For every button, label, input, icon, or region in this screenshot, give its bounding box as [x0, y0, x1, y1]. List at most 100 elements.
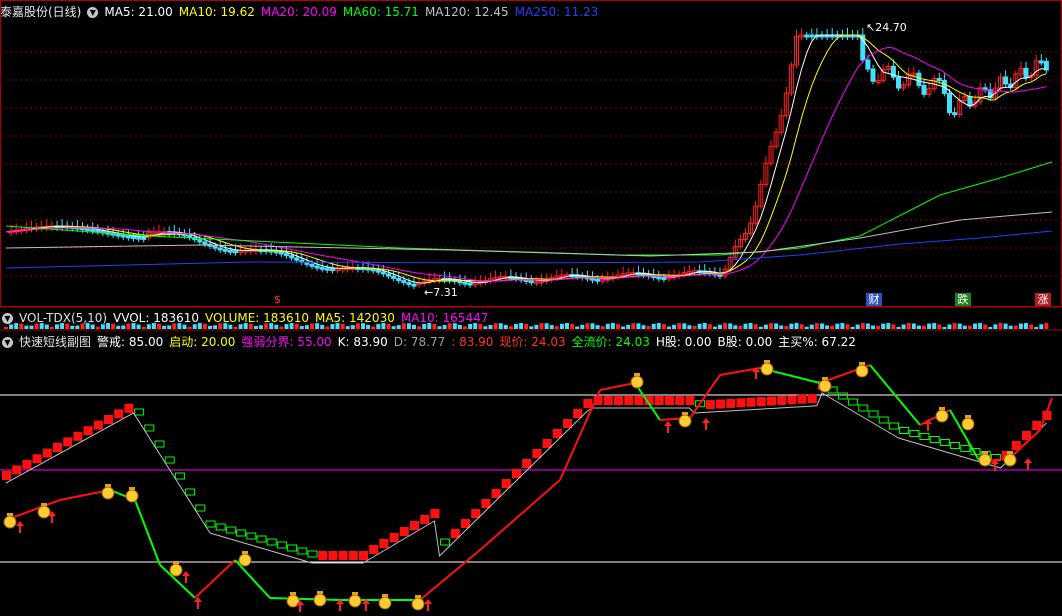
volume-bar — [508, 326, 513, 329]
volume-bar — [707, 324, 712, 329]
candle-body — [284, 253, 289, 257]
indicator-block — [450, 529, 460, 538]
signal-marker-dollar: $ — [274, 293, 281, 306]
indicator-block — [461, 519, 470, 528]
money-bag-icon — [939, 407, 945, 410]
volume-bar — [111, 323, 116, 329]
indicator-block — [104, 415, 113, 424]
volume-bar — [871, 325, 875, 329]
volume-bar — [325, 326, 330, 329]
volume-bar — [922, 325, 926, 329]
volume-bar — [794, 323, 799, 329]
candle-body — [865, 59, 871, 70]
up-arrow-icon — [194, 597, 202, 609]
volume-bar — [1008, 325, 1013, 329]
volume-bar — [814, 323, 819, 329]
volume-bar — [1024, 323, 1028, 329]
volume-bar — [743, 323, 748, 329]
indicator-block — [73, 431, 83, 441]
indicator-block — [899, 427, 910, 434]
volume-bar — [493, 323, 498, 329]
candle-body — [386, 273, 391, 277]
candle-body — [90, 228, 96, 232]
volume-bar — [243, 323, 248, 329]
indicator-block — [63, 437, 73, 447]
candle-body — [278, 251, 284, 255]
volume-bar — [208, 325, 212, 329]
indicator-block — [573, 409, 583, 418]
volume-bar — [172, 323, 177, 329]
volume-bar — [386, 323, 391, 329]
volume-bar — [549, 325, 554, 329]
volume-bar — [860, 323, 865, 329]
volume-bar — [896, 326, 901, 329]
indicator-block — [154, 440, 165, 448]
volume-bar — [952, 323, 957, 329]
volume-bar — [406, 323, 411, 329]
candle-body — [804, 34, 810, 38]
volume-bar — [355, 323, 360, 329]
volume-bar — [381, 323, 386, 329]
candle-body — [324, 267, 330, 271]
indicator-block — [389, 533, 399, 542]
candle-body — [1023, 67, 1029, 79]
indicator-block — [83, 426, 93, 436]
fast-line-segment — [194, 559, 236, 599]
candle-body — [590, 277, 595, 281]
candle-body — [661, 277, 667, 281]
volume-bar — [947, 324, 952, 329]
money-bag-icon — [982, 451, 988, 454]
candle-body — [936, 77, 942, 81]
volume-bar — [876, 325, 881, 329]
volume-bar — [631, 323, 636, 329]
up-arrow-icon — [182, 571, 190, 583]
volume-bar — [310, 323, 314, 329]
volume-bar — [452, 323, 457, 329]
indicator-block — [491, 489, 501, 498]
high-price-label: ↖24.70 — [866, 21, 907, 34]
volume-bar — [304, 325, 309, 329]
indicator-block — [950, 442, 961, 449]
volume-bar — [656, 323, 661, 329]
candle-body — [141, 237, 147, 241]
volume-bar — [565, 323, 569, 329]
volume-bar — [146, 324, 151, 329]
volume-bar — [559, 323, 564, 329]
volume-bar — [279, 326, 284, 329]
indicator-block — [960, 445, 971, 452]
volume-bar — [468, 323, 473, 329]
up-arrow-icon — [16, 521, 24, 533]
money-bag-icon — [173, 561, 179, 564]
indicator-block — [276, 541, 287, 549]
indicator-block — [287, 544, 298, 552]
money-bag-icon — [37, 505, 51, 519]
volume-bar — [463, 326, 467, 329]
money-bag-icon — [169, 563, 183, 577]
indicator-block — [634, 396, 644, 405]
indicator-block — [297, 547, 308, 555]
candle-body — [896, 76, 901, 89]
chart-canvas[interactable] — [0, 0, 1062, 616]
volume-bar — [345, 326, 350, 329]
volume-bar — [269, 323, 274, 329]
volume-bar — [80, 323, 85, 329]
indicator-block — [379, 539, 389, 548]
volume-bar — [1029, 324, 1034, 329]
volume-bar — [90, 324, 95, 329]
volume-bar — [259, 325, 263, 329]
money-bag-icon — [348, 594, 362, 608]
volume-bar — [641, 325, 646, 329]
candle-body — [222, 248, 228, 252]
candle-body — [947, 92, 952, 114]
candle-body — [406, 282, 412, 286]
volume-bar — [616, 324, 620, 329]
d-line — [5, 392, 1047, 564]
volume-bar — [131, 323, 136, 329]
money-bag-icon — [1003, 453, 1017, 467]
indicator-block — [236, 529, 247, 537]
volume-bar — [233, 326, 238, 329]
indicator-block — [614, 396, 623, 405]
indicator-block — [665, 396, 674, 405]
volume-bar — [942, 326, 947, 329]
candle-body — [125, 235, 131, 239]
